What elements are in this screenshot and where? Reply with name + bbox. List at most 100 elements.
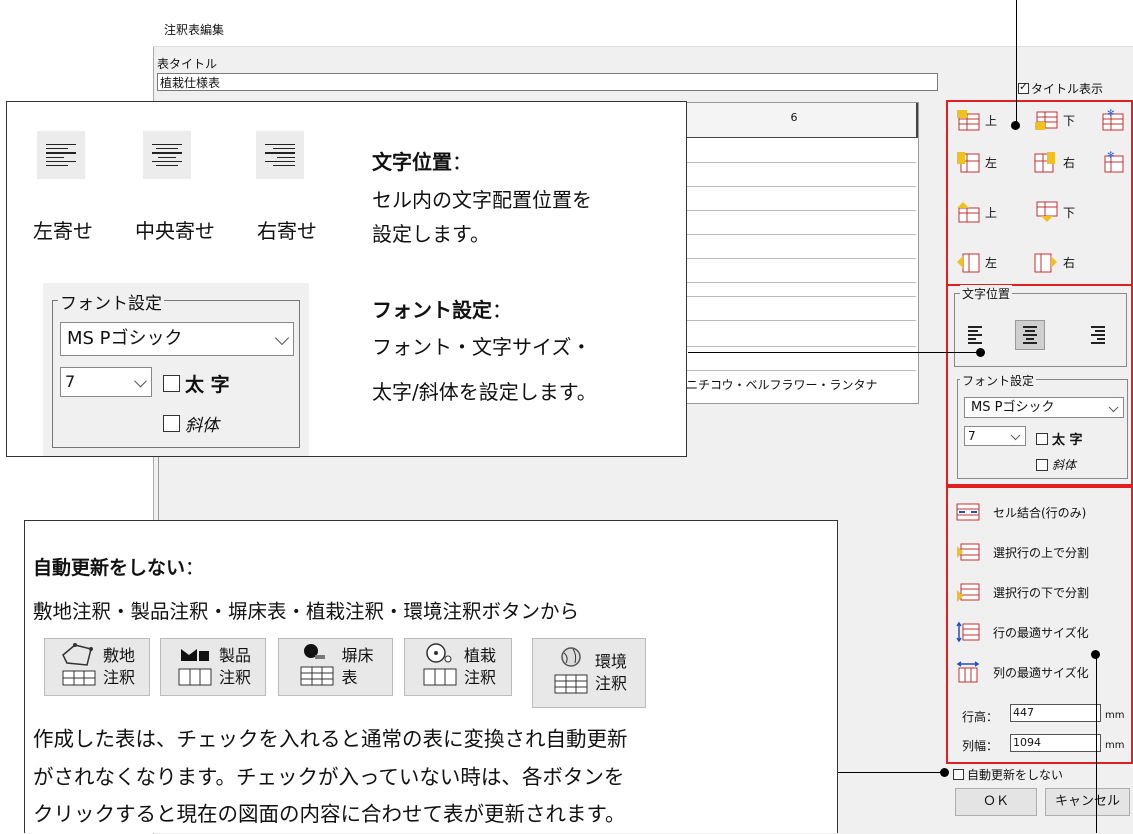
move-row-up-icon	[955, 200, 981, 224]
dialog-titlebar: 注釈表編集	[153, 12, 1133, 47]
row-height-unit: mm	[1105, 710, 1125, 721]
callout-font-heading: フォント設定	[372, 298, 492, 322]
align-right-button[interactable]	[1083, 324, 1105, 346]
row-height-label: 行高：	[962, 710, 999, 724]
delete-col-icon: ✻	[1099, 150, 1125, 174]
move-col-right-button[interactable]: 右	[1033, 250, 1075, 274]
align-left-button[interactable]	[968, 324, 990, 346]
show-title-label: タイトル表示	[1031, 82, 1104, 96]
table-row	[672, 282, 916, 283]
align-center-button[interactable]	[1015, 320, 1045, 350]
font-name-select[interactable]: MS Pゴシック	[964, 397, 1124, 418]
split-below-button[interactable]: 選択行の下で分割	[955, 580, 1089, 604]
font-size-select[interactable]: 7	[964, 426, 1026, 446]
delete-row-button[interactable]: ✻	[1099, 108, 1125, 132]
col-width-input[interactable]: 1094	[1010, 734, 1101, 752]
insert-col-left-icon	[955, 150, 981, 174]
move-col-right-icon	[1033, 250, 1059, 274]
callout-align-left-icon	[37, 131, 85, 179]
insert-row-below-button[interactable]: 下	[1033, 108, 1075, 132]
fit-col-size-label: 列の最適サイズ化	[993, 665, 1089, 680]
fit-row-size-button[interactable]: 行の最適サイズ化	[955, 620, 1089, 644]
svg-text:✻: ✻	[1107, 109, 1115, 119]
environment-annotation-top: 環境	[594, 652, 627, 671]
delete-row-icon: ✻	[1099, 108, 1125, 132]
insert-col-left-button[interactable]: 左	[955, 150, 997, 174]
insert-left-label: 左	[985, 155, 998, 170]
callout-align-right-label: 右寄せ	[257, 219, 317, 243]
ok-button[interactable]: ＯＫ	[955, 788, 1037, 816]
move-row-down-button[interactable]: 下	[1033, 200, 1075, 224]
fence-floor-table-top: 塀床	[341, 646, 374, 665]
site-annotation-bottom: 注釈	[102, 668, 135, 687]
fence-floor-table-icon	[297, 641, 337, 693]
no-auto-update-checkbox[interactable]: 自動更新をしない	[953, 766, 1063, 783]
insert-row-above-button[interactable]: 上	[955, 108, 997, 132]
leader-line	[838, 772, 946, 773]
insert-col-right-icon	[1033, 150, 1059, 174]
dialog-title: 注釈表編集	[164, 23, 225, 37]
table-row	[672, 296, 916, 297]
font-settings-label: フォント設定	[960, 372, 1037, 389]
table-title-input[interactable]: 植栽仕様表	[157, 73, 938, 91]
no-auto-update-label: 自動更新をしない	[967, 768, 1064, 782]
move-row-down-icon	[1033, 200, 1059, 224]
move-col-left-button[interactable]: 左	[955, 250, 997, 274]
merge-cells-button[interactable]: セル結合(行のみ)	[955, 500, 1086, 524]
leader-dot	[940, 768, 949, 777]
bold-check-icon[interactable]	[1036, 432, 1048, 445]
callout-bold-checkbox: 太 字	[163, 370, 230, 397]
table-row	[672, 162, 916, 163]
split-above-button[interactable]: 選択行の上で分割	[955, 540, 1089, 564]
leader-dot	[976, 348, 985, 357]
table-row	[672, 370, 916, 371]
split-below-icon	[955, 580, 981, 604]
font-name-value: MS Pゴシック	[971, 400, 1055, 415]
move-row-up-button[interactable]: 上	[955, 200, 997, 224]
fence-floor-table-button: 塀床表	[278, 638, 393, 696]
italic-checkbox[interactable]: 斜体	[1036, 456, 1076, 473]
no-auto-update-check-icon[interactable]	[953, 769, 964, 780]
bold-label: 太 字	[1052, 433, 1083, 448]
show-title-checkbox[interactable]: タイトル表示	[1018, 80, 1103, 97]
move-left-label: 左	[985, 255, 998, 270]
callout-font-name-value: MS Pゴシック	[67, 328, 183, 349]
table-row	[672, 234, 916, 235]
callout-font-desc2: 太字/斜体を設定します。	[372, 380, 597, 404]
insert-col-right-button[interactable]: 右	[1033, 150, 1075, 174]
bold-checkbox[interactable]: 太 字	[1036, 429, 1083, 448]
callout-align-left-label: 左寄せ	[33, 219, 93, 243]
callout-auto-heading: 自動更新をしない	[33, 557, 186, 579]
cancel-button[interactable]: キャンセル	[1045, 788, 1130, 816]
product-annotation-label: 製品 注釈	[219, 645, 251, 689]
fit-col-size-button[interactable]: 列の最適サイズ化	[955, 660, 1089, 684]
column-header-6[interactable]: 6	[672, 103, 918, 138]
show-title-check-icon[interactable]	[1018, 80, 1029, 94]
row-height-input[interactable]: 447	[1010, 704, 1101, 722]
callout-italic-check-icon	[163, 415, 180, 432]
align-center-icon	[1019, 324, 1041, 346]
callout-pos-colon: ：	[452, 150, 472, 174]
table-row	[672, 346, 916, 347]
chevron-down-icon	[134, 374, 147, 388]
insert-right-label: 右	[1063, 155, 1076, 170]
col-width-label: 列幅：	[962, 739, 999, 753]
callout-align-center-icon	[143, 131, 191, 179]
leader-line	[1016, 0, 1017, 126]
environment-annotation-bottom: 注釈	[594, 674, 627, 693]
table-title-label: 表タイトル	[157, 57, 218, 71]
planting-annotation-label: 植栽 注釈	[464, 645, 496, 689]
environment-annotation-label: 環境 注釈	[595, 651, 627, 695]
font-size-value: 7	[968, 429, 976, 443]
callout-font-heading-line: フォント設定：	[372, 294, 512, 323]
table-preview[interactable]	[672, 102, 919, 404]
italic-check-icon[interactable]	[1036, 458, 1048, 471]
planting-annotation-icon	[420, 641, 460, 693]
product-annotation-bottom: 注釈	[218, 668, 251, 687]
cell-preview-text: ニチコウ・ベルフラワー・ランタナ	[686, 378, 878, 392]
fit-row-size-icon	[955, 620, 981, 644]
delete-col-button[interactable]: ✻	[1099, 150, 1125, 174]
callout-align-right-icon	[256, 131, 304, 179]
planting-annotation-top: 植栽	[463, 646, 496, 665]
leader-line	[1096, 654, 1097, 833]
